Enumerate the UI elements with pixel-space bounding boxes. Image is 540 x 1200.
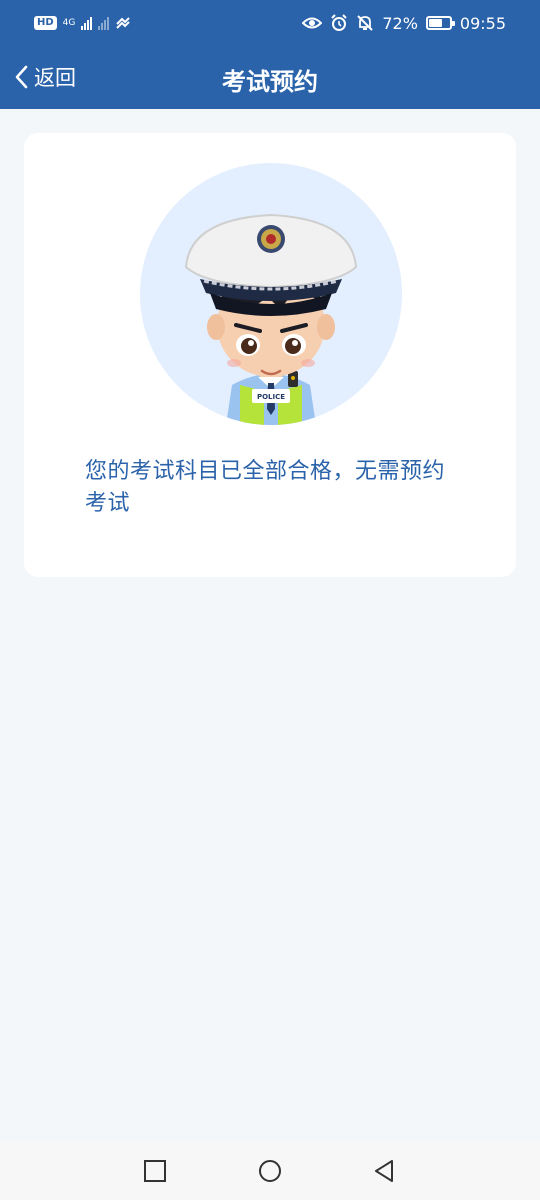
battery-icon xyxy=(425,16,455,30)
eye-icon xyxy=(302,17,323,29)
app-header: HD 4G 72% 09:55 返回 考试预约 xyxy=(0,0,540,109)
status-bar: HD 4G 72% 09:55 xyxy=(0,0,540,46)
battery-level-fill xyxy=(428,19,442,27)
back-icon[interactable] xyxy=(372,1159,396,1183)
recent-apps-icon[interactable] xyxy=(143,1159,167,1183)
result-card: POLICE 您的考试科目已全部合格，无需预约考试 xyxy=(24,133,516,577)
nav-bar: 返回 考试预约 xyxy=(0,46,540,109)
svg-text:POLICE: POLICE xyxy=(257,393,285,401)
home-icon[interactable] xyxy=(258,1159,282,1183)
status-right-group: 72% 09:55 xyxy=(302,11,506,35)
system-navigation-bar xyxy=(0,1142,540,1200)
cellular-signal-icon xyxy=(98,16,110,30)
battery-percent: 72% xyxy=(382,13,418,33)
hd-icon: HD xyxy=(34,16,57,30)
data-saver-icon xyxy=(116,17,131,29)
alarm-icon xyxy=(331,14,348,31)
network-type-label: 4G xyxy=(62,18,76,28)
cellular-signal-icon xyxy=(81,16,93,30)
page-title: 考试预约 xyxy=(222,68,318,96)
qualification-message: 您的考试科目已全部合格，无需预约考试 xyxy=(85,459,446,516)
bell-muted-icon xyxy=(357,15,374,31)
police-officer-avatar: POLICE xyxy=(140,163,402,425)
clock: 09:55 xyxy=(459,13,506,33)
status-left-group: HD 4G xyxy=(34,12,131,34)
